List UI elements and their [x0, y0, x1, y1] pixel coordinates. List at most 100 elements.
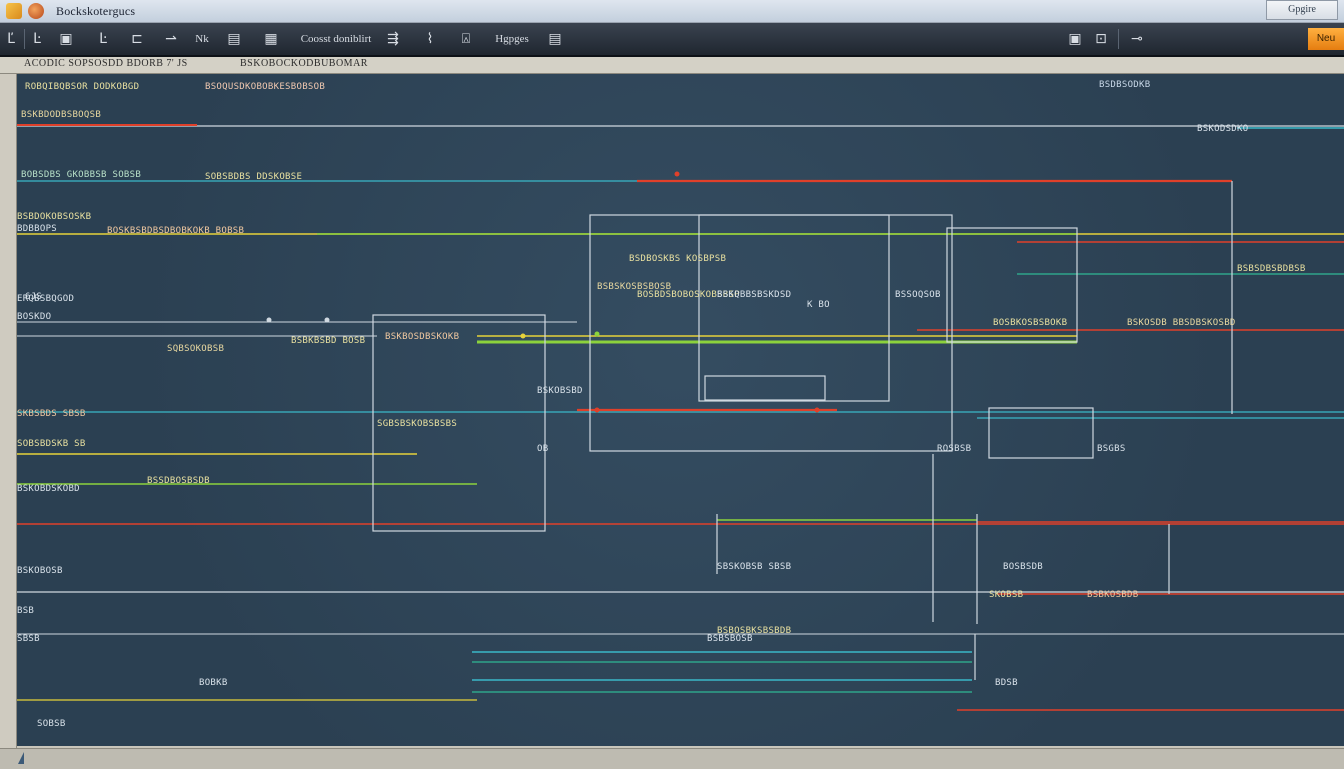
canvas-label: SGBSBSKOBSBSBS: [377, 419, 458, 429]
canvas-label: BSOQUSDKOBOBKESBOBSOB: [205, 82, 326, 92]
canvas-label: SQBSOKOBSB: [167, 344, 225, 354]
canvas-label: SKOBSB: [989, 590, 1024, 600]
canvas-label: BSKQBBSBSKDSD: [717, 290, 792, 300]
canvas-label: BSBDOKOBSOSKB: [17, 212, 92, 222]
canvas-label: BSB: [17, 606, 35, 616]
canvas-label: BDSB: [995, 678, 1018, 688]
junction-dot[interactable]: [674, 171, 680, 177]
hypgrs-label: Hgpges: [495, 33, 529, 45]
image-icon: ▣: [59, 31, 73, 47]
pen-button[interactable]: ⇀: [160, 28, 182, 50]
image-button[interactable]: ▣: [55, 28, 77, 50]
new-button[interactable]: Neu: [1308, 28, 1344, 50]
canvas-label: BOSKBSBDBSDBOBKOKB BOBSB: [107, 226, 245, 236]
canvas-label: ROBQIBQBSOR DODKOBGD: [25, 82, 140, 92]
junction-dot[interactable]: [520, 333, 526, 339]
canvas-label: BSKBOSDBSKOKB: [385, 332, 460, 342]
browser-icon: [28, 3, 44, 19]
lock-button[interactable]: ⊡: [1090, 28, 1112, 50]
grid-icon: ⊏: [131, 31, 143, 47]
grid-button[interactable]: ⊏: [126, 28, 148, 50]
canvas-label: SOBSB: [37, 719, 66, 729]
export-icon: ▣: [1068, 31, 1082, 47]
canvas-label: SKBSBDS SBSB: [17, 409, 86, 419]
export-button[interactable]: ▣: [1064, 28, 1086, 50]
canvas-label: BOSKDO: [17, 312, 52, 322]
node-label: Nk: [195, 33, 209, 45]
junction-dot[interactable]: [324, 317, 330, 323]
ruler-mid-label: BSKOBOCKODBUBOMAR: [240, 58, 368, 69]
panel-icon: ▦: [264, 31, 278, 47]
panel-button[interactable]: ▦: [258, 28, 284, 50]
canvas-label: BSBSDBSBDBSB: [1237, 264, 1306, 274]
wire-button[interactable]: ⊸: [1126, 28, 1148, 50]
canvas-label: BSKOBDSKOBD: [17, 484, 80, 494]
canvas-label: BSBSKOSBSBOSB: [597, 282, 672, 292]
canvas-label: BOBKB: [199, 678, 228, 688]
app-logo-icon: [6, 3, 22, 19]
doc-button[interactable]: Ŀ: [26, 28, 48, 50]
pen-icon: ⇀: [165, 31, 177, 47]
canvas-label: BSKOBSBD: [537, 386, 583, 396]
canvas-label: BOSBKOSBSBOKB: [993, 318, 1068, 328]
stamp-icon: ⍓: [461, 31, 471, 47]
junction-dot[interactable]: [814, 407, 820, 413]
text-tool-icon: Ŀ: [99, 31, 107, 47]
toolbar: Ľ Ŀ ▣ Ŀ ⊏ ⇀ Nk ▤ ▦ Coosst doniblirt ⇶ ⌇ …: [0, 23, 1344, 57]
canvas-label: ROSBSB: [937, 444, 972, 454]
window-title: Bockskotergucs: [56, 4, 136, 18]
canvas-label: SOBSBDBS DDSKOBSE: [205, 172, 303, 182]
canvas-label: BSDBSODKB: [1099, 80, 1151, 90]
canvas-label: BDBBOPS: [17, 224, 58, 234]
canvas-label: SOBSBDSKB SB: [17, 439, 86, 449]
route-button[interactable]: ⇶: [382, 28, 404, 50]
ruler: ACODIC SOPSOSDD BDORB 7' JS BSKOBOCKODBU…: [0, 57, 1344, 74]
junction-dot[interactable]: [266, 317, 272, 323]
toolbar-divider: [1118, 29, 1119, 49]
back-icon: Ľ: [7, 31, 15, 47]
stamp-button[interactable]: ⍓: [455, 28, 477, 50]
junction-dot[interactable]: [594, 407, 600, 413]
canvas-label: K BO: [807, 300, 830, 310]
canvas-label: BOSBSDB: [1003, 562, 1044, 572]
canvas-label: SBSKOBSB SBSB: [717, 562, 792, 572]
mouse-icon: ⌇: [426, 31, 434, 47]
lock-icon: ⊡: [1095, 31, 1107, 47]
layers-button[interactable]: ▤: [544, 28, 566, 50]
ic-block[interactable]: [704, 375, 826, 401]
canvas-label: BSKOSDB BBSDBSKOSBD: [1127, 318, 1236, 328]
canvas-label: BSBKBSBD BOSB: [291, 336, 366, 346]
hypgrs-button[interactable]: Hgpges: [492, 28, 532, 50]
node-button[interactable]: Nk: [190, 28, 214, 50]
canvas-label: 6JS: [25, 292, 43, 302]
connect-button[interactable]: Coosst doniblirt: [294, 28, 378, 50]
text-tool-button[interactable]: Ŀ: [92, 28, 114, 50]
connector-block[interactable]: [988, 407, 1094, 459]
canvas-label: SBSB: [17, 634, 40, 644]
canvas-label: BSKOBOSB: [17, 566, 63, 576]
ic-block[interactable]: [698, 214, 890, 402]
canvas-label: BSBKOSBDB: [1087, 590, 1139, 600]
canvas-label: BSSDBOSBSDB: [147, 476, 210, 486]
canvas-label: BSKODSDKO: [1197, 124, 1249, 134]
document-icon: Ŀ: [33, 31, 41, 47]
canvas-label: OB: [537, 444, 549, 454]
align-icon: ▤: [227, 31, 241, 47]
ruler-left-label: ACODIC SOPSOSDD BDORB 7' JS: [24, 58, 188, 69]
schematic-canvas[interactable]: ROBQIBQBSOR DODKOBGD BSOQUSDKOBOBKESBOBSO…: [17, 74, 1344, 746]
mouse-button[interactable]: ⌇: [419, 28, 441, 50]
canvas-label: BOBSDBS GKOBBSB SOBSB: [21, 170, 142, 180]
connect-label: Coosst doniblirt: [300, 33, 372, 45]
status-arrow-icon: [18, 752, 24, 764]
canvas-label: BSGBS: [1097, 444, 1126, 454]
left-gutter[interactable]: [0, 74, 17, 748]
junction-dot[interactable]: [594, 331, 600, 337]
toolbar-divider: [24, 29, 25, 49]
back-button[interactable]: Ľ: [0, 28, 22, 50]
layers-icon: ▤: [548, 31, 562, 47]
window-corner-button[interactable]: Gpgire: [1266, 0, 1338, 20]
align-button[interactable]: ▤: [223, 28, 245, 50]
canvas-label: BSDBOSKBS KOSBPSB: [629, 254, 727, 264]
ic-block[interactable]: [589, 214, 953, 452]
status-bar: [0, 748, 1344, 769]
